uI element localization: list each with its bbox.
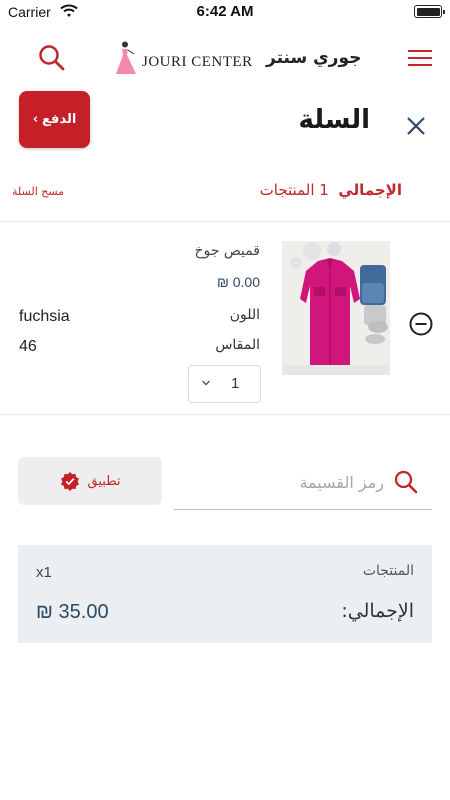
apply-coupon-button[interactable]: تطبيق: [18, 457, 162, 505]
product-name[interactable]: قميص جوخ: [194, 243, 260, 259]
quantity-select[interactable]: 1: [188, 365, 261, 403]
dress-logo-icon: [116, 41, 136, 74]
apply-coupon-label: تطبيق: [87, 473, 121, 489]
color-value: fuchsia: [19, 308, 70, 325]
clear-cart-link[interactable]: مسح السلة: [12, 185, 64, 198]
logo-text-en: JOURI CENTER: [142, 54, 253, 70]
minus-circle-icon[interactable]: [409, 312, 433, 336]
brand-logo[interactable]: JOURI CENTER جوري سنتر: [114, 40, 361, 78]
total-items-label: الإجمالي: [338, 181, 402, 199]
product-image[interactable]: [282, 241, 390, 375]
search-icon[interactable]: [36, 42, 68, 74]
summary-items-value: x1: [36, 564, 52, 581]
product-photo: [282, 241, 390, 375]
chevron-left-icon: ‹: [32, 112, 39, 127]
clock: 6:42 AM: [196, 3, 254, 20]
product-price: ₪ 0.00: [216, 274, 260, 290]
top-nav: JOURI CENTER جوري سنتر: [0, 34, 450, 84]
chevron-down-icon: [202, 380, 210, 386]
color-label: اللون: [229, 307, 260, 323]
cart-item: قميص جوخ ₪ 0.00 اللون المقاس fuchsia 46 …: [0, 224, 450, 414]
cart-summary-row: مسح السلة الإجمالي 1 المنتجات: [0, 178, 450, 206]
order-summary: المنتجات x1 الإجمالي: ₪ 35.00: [18, 545, 432, 643]
total-items-count: 1: [319, 181, 329, 199]
page-title: السلة: [298, 105, 370, 135]
menu-icon[interactable]: [406, 46, 434, 70]
total-items-summary: الإجمالي 1 المنتجات: [260, 181, 402, 199]
divider: [0, 221, 450, 222]
summary-total-label: الإجمالي:: [341, 600, 414, 622]
summary-items-label: المنتجات: [362, 563, 414, 579]
close-icon[interactable]: [403, 113, 429, 139]
size-label: المقاس: [215, 337, 260, 353]
checkout-button[interactable]: ‹ الدفع: [19, 91, 90, 148]
logo-text-ar: جوري سنتر: [266, 48, 362, 68]
total-items-suffix: المنتجات: [259, 181, 315, 199]
battery-icon: [414, 5, 445, 18]
quantity-value: 1: [231, 375, 240, 392]
divider: [0, 414, 450, 415]
verified-badge-icon: [60, 472, 79, 491]
summary-total-value: ₪ 35.00: [36, 601, 109, 623]
status-bar: Carrier 6:42 AM: [0, 0, 450, 26]
coupon-field[interactable]: [174, 458, 432, 510]
coupon-input[interactable]: [174, 466, 384, 498]
checkout-label: الدفع: [42, 112, 77, 127]
size-value: 46: [19, 338, 37, 355]
search-icon[interactable]: [392, 468, 420, 496]
